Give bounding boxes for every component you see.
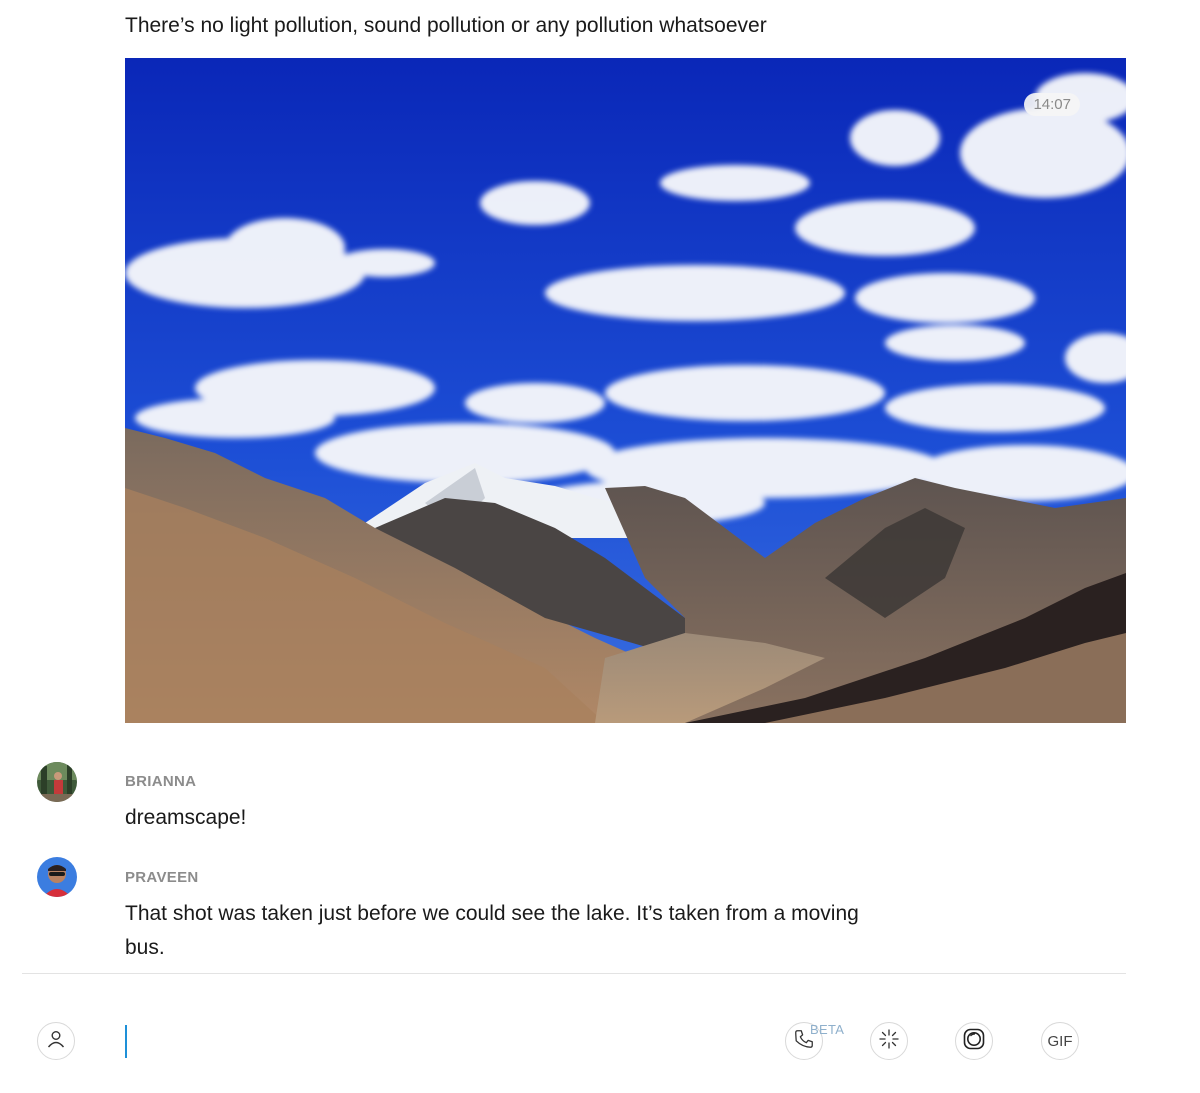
sender-name: BRIANNA [125, 773, 197, 790]
message-text: dreamscape! [125, 806, 247, 829]
landscape-image [125, 58, 1126, 723]
camera-icon [962, 1027, 986, 1056]
avatar-image [37, 762, 77, 802]
sender-name: PRAVEEN [125, 869, 199, 886]
composer-divider [22, 973, 1126, 974]
user-icon [46, 1029, 66, 1054]
avatar-image [37, 857, 77, 897]
avatar-praveen[interactable] [37, 857, 77, 897]
text-caret [125, 1025, 127, 1058]
profile-button[interactable] [37, 1022, 75, 1060]
message-timestamp: 14:07 [1024, 93, 1080, 116]
spark-icon [878, 1028, 900, 1055]
message-photo[interactable]: 14:07 [125, 58, 1126, 723]
gif-button[interactable]: GIF [1041, 1022, 1079, 1060]
message-input[interactable] [130, 1022, 754, 1064]
gif-icon: GIF [1047, 1032, 1073, 1050]
beta-badge: BETA [810, 1022, 845, 1037]
message-text-line: bus. [125, 936, 165, 959]
avatar-brianna[interactable] [37, 762, 77, 802]
spark-button[interactable] [870, 1022, 908, 1060]
camera-button[interactable] [955, 1022, 993, 1060]
message-text: There’s no light pollution, sound pollut… [125, 14, 767, 37]
message-text-line: That shot was taken just before we could… [125, 902, 859, 925]
